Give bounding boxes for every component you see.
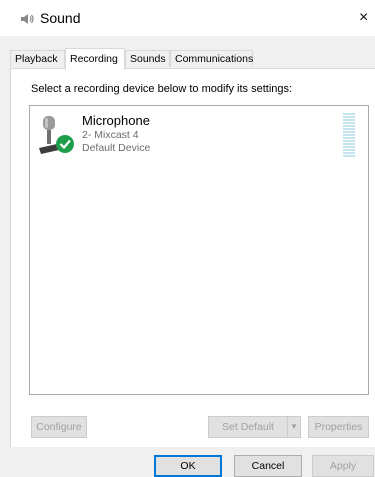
device-subtitle: 2- Mixcast 4 <box>82 129 139 141</box>
dialog-footer: OK Cancel Apply <box>0 447 375 477</box>
configure-button[interactable]: Configure <box>31 416 87 438</box>
tab-recording[interactable]: Recording <box>65 48 125 70</box>
recording-panel: Select a recording device below to modif… <box>10 68 375 447</box>
tab-sounds[interactable]: Sounds <box>125 50 170 67</box>
speaker-icon <box>21 14 34 24</box>
apply-button[interactable]: Apply <box>312 455 374 477</box>
device-list[interactable]: Microphone 2- Mixcast 4 Default Device <box>29 105 369 395</box>
ok-button[interactable]: OK <box>154 455 222 477</box>
level-meter <box>343 113 355 157</box>
set-default-button[interactable]: Set Default <box>208 416 288 438</box>
properties-button[interactable]: Properties <box>308 416 369 438</box>
set-default-dropdown-icon[interactable]: ▼ <box>287 416 301 438</box>
device-item-microphone[interactable]: Microphone 2- Mixcast 4 Default Device <box>30 106 368 166</box>
device-name: Microphone <box>82 113 150 128</box>
device-status: Default Device <box>82 142 151 154</box>
microphone-icon <box>39 116 74 154</box>
close-button[interactable]: × <box>359 0 375 36</box>
instruction-text: Select a recording device below to modif… <box>31 83 293 95</box>
tab-communications[interactable]: Communications <box>170 50 253 67</box>
title-bar: Sound × <box>0 0 375 36</box>
tab-playback[interactable]: Playback <box>10 50 65 67</box>
cancel-button[interactable]: Cancel <box>234 455 302 477</box>
window-title: Sound <box>40 10 81 26</box>
default-check-icon <box>56 135 74 153</box>
